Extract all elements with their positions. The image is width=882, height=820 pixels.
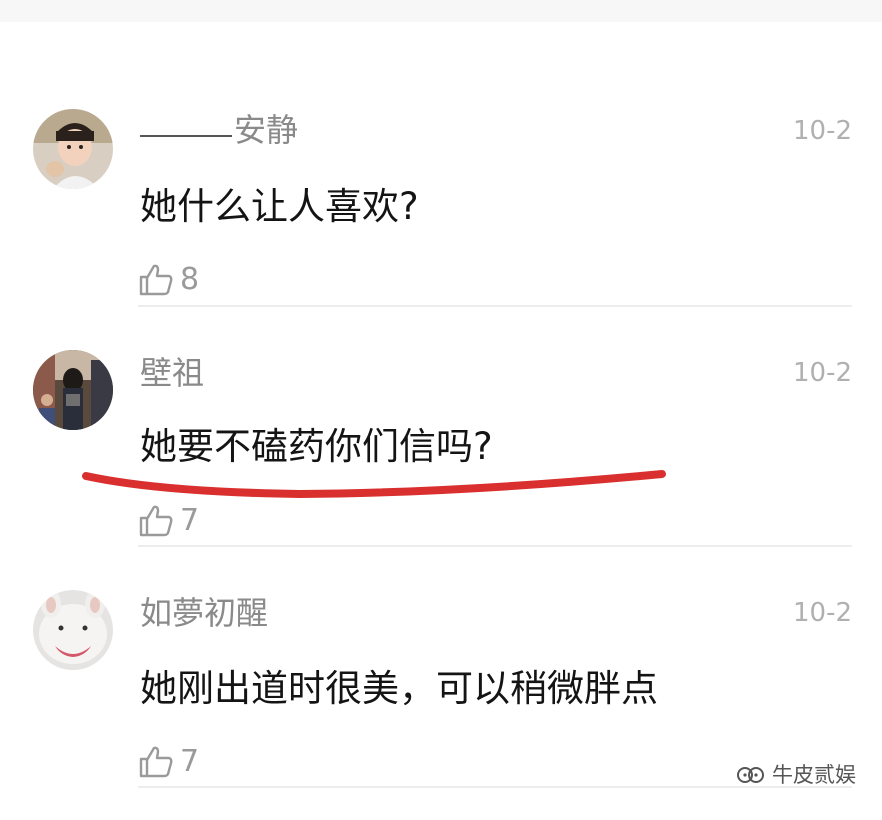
- avatar-image: [33, 350, 113, 430]
- watermark: 牛皮贰娱: [736, 762, 856, 788]
- like-button[interactable]: 8: [138, 262, 199, 298]
- timestamp: 10-2: [792, 358, 852, 388]
- username[interactable]: 如夢初醒: [140, 597, 268, 629]
- avatar[interactable]: [33, 350, 113, 430]
- username[interactable]: 壁祖: [140, 357, 204, 389]
- comment-text: 她要不磕药你们信吗?: [140, 425, 493, 468]
- avatar[interactable]: [33, 109, 113, 189]
- avatar[interactable]: [33, 590, 113, 670]
- username-underscore: [140, 135, 232, 137]
- divider: [138, 305, 852, 307]
- thumbs-up-icon: [139, 746, 173, 778]
- like-count: 7: [180, 503, 200, 538]
- top-bar: [0, 0, 882, 22]
- timestamp: 10-2: [792, 598, 852, 628]
- avatar-image: [33, 590, 113, 670]
- like-count: 8: [180, 262, 200, 297]
- thumbs-up-icon: [139, 505, 173, 537]
- watermark-text: 牛皮贰娱: [772, 762, 856, 787]
- like-button[interactable]: 7: [138, 744, 199, 780]
- comment-text: 她什么让人喜欢?: [140, 185, 419, 228]
- like-count: 7: [180, 744, 200, 779]
- username[interactable]: 安静: [140, 114, 298, 146]
- thumbs-up-icon: [139, 264, 173, 296]
- comment-text: 她刚出道时很美，可以稍微胖点: [140, 667, 658, 710]
- wechat-official-account-icon: [737, 767, 764, 783]
- avatar-image: [33, 109, 113, 189]
- divider: [138, 545, 852, 547]
- like-button[interactable]: 7: [138, 503, 199, 539]
- timestamp: 10-2: [792, 116, 852, 146]
